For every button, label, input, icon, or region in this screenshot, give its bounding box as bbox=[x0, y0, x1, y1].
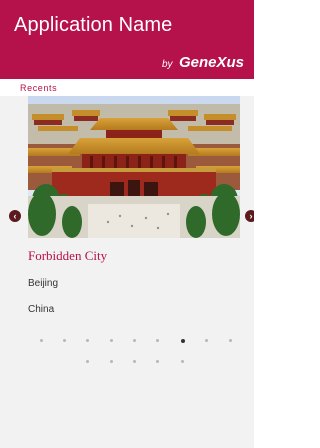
pager-dot[interactable] bbox=[229, 339, 232, 342]
genexus-logo: GeneXus bbox=[178, 54, 244, 71]
pager-dot[interactable] bbox=[156, 360, 159, 363]
pager-dot[interactable] bbox=[63, 339, 66, 342]
byline: by GeneXus bbox=[162, 54, 244, 72]
recents-header: Recents bbox=[0, 79, 254, 96]
recents-label: Recents bbox=[20, 83, 58, 93]
pager-dot[interactable] bbox=[86, 360, 89, 363]
pager-dot[interactable] bbox=[181, 339, 185, 343]
place-name: Forbidden City bbox=[28, 248, 108, 263]
pager-dot[interactable] bbox=[40, 339, 43, 342]
pager-dot[interactable] bbox=[110, 360, 113, 363]
place-photo bbox=[28, 96, 240, 238]
pager-dot[interactable] bbox=[110, 339, 113, 342]
app-title: Application Name bbox=[14, 14, 173, 36]
pager-dot[interactable] bbox=[133, 360, 136, 363]
pager-dot[interactable] bbox=[205, 339, 208, 342]
app-header: Application Name by GeneXus bbox=[0, 0, 254, 79]
app-screen: Application Name by GeneXus Recents ‹ › … bbox=[0, 0, 254, 448]
chevron-right-icon[interactable]: › bbox=[245, 210, 254, 222]
pager-dot[interactable] bbox=[181, 360, 184, 363]
pager-dots bbox=[0, 336, 254, 366]
place-country: China bbox=[28, 304, 55, 315]
pager-dot[interactable] bbox=[86, 339, 89, 342]
by-label: by bbox=[161, 59, 173, 70]
pager-dot[interactable] bbox=[133, 339, 136, 342]
chevron-left-icon[interactable]: ‹ bbox=[9, 210, 21, 222]
pager-dot[interactable] bbox=[156, 339, 159, 342]
recent-item-card[interactable]: ‹ › Forbidden City Beijing China bbox=[0, 96, 254, 448]
place-city: Beijing bbox=[28, 278, 59, 289]
